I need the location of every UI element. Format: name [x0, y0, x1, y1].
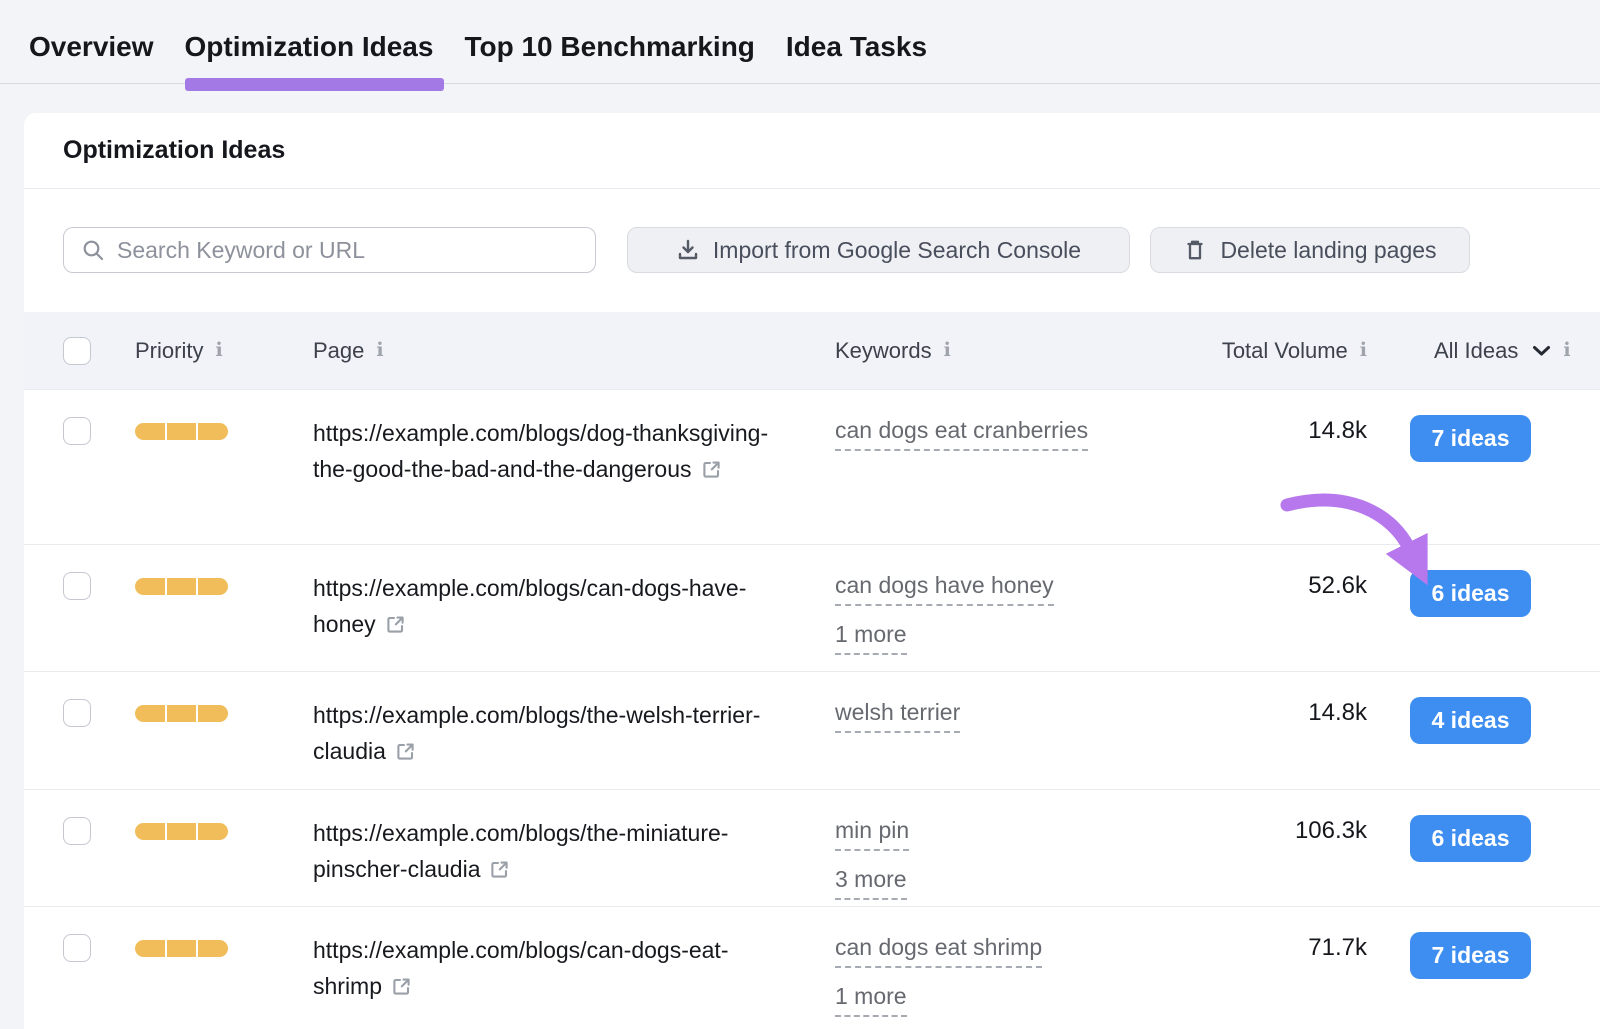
ideas-count-button[interactable]: 7 ideas [1410, 415, 1531, 462]
priority-info-icon[interactable]: i [215, 341, 222, 360]
ideas-count-button[interactable]: 6 ideas [1410, 815, 1531, 862]
trash-icon [1183, 238, 1207, 262]
priority-indicator [135, 705, 228, 722]
priority-indicator [135, 823, 228, 840]
total-volume-value: 106.3k [1295, 817, 1367, 844]
page-url-link[interactable]: https://example.com/blogs/the-miniature-… [313, 820, 728, 882]
select-all-checkbox[interactable] [63, 337, 91, 365]
chevron-down-icon[interactable] [1532, 345, 1551, 357]
ideas-info-icon[interactable]: i [1563, 341, 1570, 360]
total-volume-value: 52.6k [1308, 572, 1367, 599]
tab-bar: Overview Optimization Ideas Top 10 Bench… [0, 0, 1600, 64]
row-checkbox[interactable] [63, 572, 91, 600]
ideas-count-button[interactable]: 6 ideas [1410, 570, 1531, 617]
optimization-ideas-panel: Optimization Ideas Import from Google Se… [24, 113, 1600, 1029]
table-row: https://example.com/blogs/the-welsh-terr… [24, 672, 1600, 790]
column-header-keywords: Keywords [835, 338, 932, 364]
search-icon [82, 239, 105, 262]
import-gsc-button[interactable]: Import from Google Search Console [627, 227, 1130, 273]
table-header: Priority i Page i Keywords i Total Volum… [24, 312, 1600, 390]
priority-indicator [135, 578, 228, 595]
page-url-link[interactable]: https://example.com/blogs/the-welsh-terr… [313, 702, 760, 764]
keyword-link[interactable]: welsh terrier [835, 699, 960, 733]
external-link-icon[interactable] [391, 976, 412, 997]
total-volume-info-icon[interactable]: i [1360, 341, 1367, 360]
keyword-link[interactable]: can dogs have honey [835, 572, 1054, 606]
row-checkbox[interactable] [63, 417, 91, 445]
table-row: https://example.com/blogs/the-miniature-… [24, 790, 1600, 907]
keyword-link[interactable]: min pin [835, 817, 909, 851]
search-box[interactable] [63, 227, 596, 273]
column-header-page: Page [313, 338, 364, 364]
toolbar: Import from Google Search Console Delete… [24, 189, 1600, 312]
keyword-link[interactable]: can dogs eat shrimp [835, 934, 1042, 968]
total-volume-value: 71.7k [1308, 934, 1367, 961]
tab-idea-tasks[interactable]: Idea Tasks [786, 30, 927, 64]
delete-landing-pages-label: Delete landing pages [1220, 237, 1436, 264]
download-icon [676, 238, 700, 262]
column-header-total-volume: Total Volume [1222, 338, 1348, 364]
more-keywords-link[interactable]: 1 more [835, 621, 907, 655]
total-volume-value: 14.8k [1308, 699, 1367, 726]
page-url-link[interactable]: https://example.com/blogs/can-dogs-have-… [313, 575, 746, 637]
page-info-icon[interactable]: i [376, 341, 383, 360]
import-gsc-label: Import from Google Search Console [713, 237, 1081, 264]
external-link-icon[interactable] [701, 459, 722, 480]
tab-top-10-benchmarking[interactable]: Top 10 Benchmarking [464, 30, 754, 64]
keyword-link[interactable]: can dogs eat cranberries [835, 417, 1088, 451]
more-keywords-link[interactable]: 1 more [835, 983, 907, 1017]
table-row: https://example.com/blogs/dog-thanksgivi… [24, 390, 1600, 545]
ideas-count-button[interactable]: 4 ideas [1410, 697, 1531, 744]
search-input[interactable] [117, 237, 581, 264]
row-checkbox[interactable] [63, 699, 91, 727]
panel-header: Optimization Ideas [24, 113, 1600, 189]
table-row: https://example.com/blogs/can-dogs-have-… [24, 545, 1600, 672]
column-header-priority: Priority [135, 338, 203, 364]
priority-indicator [135, 423, 228, 440]
keywords-info-icon[interactable]: i [944, 341, 951, 360]
external-link-icon[interactable] [385, 614, 406, 635]
row-checkbox[interactable] [63, 934, 91, 962]
tab-overview[interactable]: Overview [29, 30, 154, 64]
page-title: Optimization Ideas [63, 136, 285, 165]
external-link-icon[interactable] [489, 859, 510, 880]
row-checkbox[interactable] [63, 817, 91, 845]
delete-landing-pages-button[interactable]: Delete landing pages [1150, 227, 1470, 273]
ideas-count-button[interactable]: 7 ideas [1410, 932, 1531, 979]
page-url-link[interactable]: https://example.com/blogs/can-dogs-eat-s… [313, 937, 728, 999]
total-volume-value: 14.8k [1308, 417, 1367, 444]
top-navigation: Overview Optimization Ideas Top 10 Bench… [0, 0, 1600, 84]
more-keywords-link[interactable]: 3 more [835, 866, 907, 900]
table-row: https://example.com/blogs/can-dogs-eat-s… [24, 907, 1600, 1029]
priority-indicator [135, 940, 228, 957]
ideas-filter-dropdown[interactable]: All Ideas [1434, 338, 1518, 364]
external-link-icon[interactable] [395, 741, 416, 762]
tab-optimization-ideas[interactable]: Optimization Ideas [185, 30, 434, 64]
